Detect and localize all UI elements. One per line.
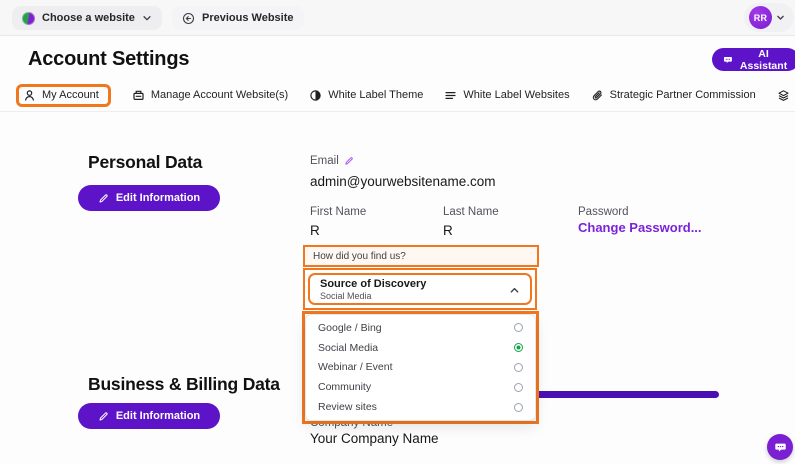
option-review-sites[interactable]: Review sites — [306, 397, 535, 417]
option-community[interactable]: Community — [306, 377, 535, 397]
tab-strategic-partner-commission[interactable]: Strategic Partner Commission — [591, 89, 756, 102]
edit-business-information-button[interactable]: Edit Information — [78, 403, 220, 429]
contrast-icon — [309, 89, 322, 102]
chevron-down-icon — [142, 13, 152, 23]
change-password-link[interactable]: Change Password... — [578, 220, 702, 235]
radio-unselected-icon[interactable] — [514, 323, 523, 332]
source-of-discovery-select[interactable]: Source of Discovery Social Media — [308, 273, 532, 305]
source-of-discovery-annotation: Source of Discovery Social Media — [303, 268, 537, 310]
email-value: admin@yourwebsitename.com — [310, 174, 496, 189]
first-name-value: R — [310, 223, 320, 238]
back-arrow-icon — [182, 12, 195, 25]
radio-selected-icon[interactable] — [514, 343, 523, 352]
tabs-divider — [0, 111, 795, 112]
ai-assistant-label: AI Assistant — [739, 48, 788, 72]
tab-white-label-websites[interactable]: White Label Websites — [444, 89, 569, 102]
choose-website-label: Choose a website — [42, 12, 135, 24]
tab-label: My Account — [42, 89, 99, 101]
printer-icon — [132, 89, 145, 102]
radio-unselected-icon[interactable] — [514, 403, 523, 412]
edit-email-icon[interactable] — [344, 156, 354, 166]
last-name-label: Last Name — [443, 206, 499, 218]
email-field-label: Email — [310, 155, 354, 167]
choose-website-dropdown[interactable]: Choose a website — [12, 6, 162, 30]
avatar: RR — [749, 6, 772, 29]
progress-bar — [533, 391, 719, 398]
tab-label: White Label Theme — [328, 89, 423, 101]
pencil-icon — [98, 193, 109, 204]
tab-label: Manage Account Website(s) — [151, 89, 288, 101]
how-did-you-find-us-label: How did you find us? — [303, 245, 539, 267]
option-webinar-event[interactable]: Webinar / Event — [306, 358, 535, 378]
business-billing-heading: Business & Billing Data — [88, 374, 280, 395]
chat-fab-button[interactable] — [767, 434, 793, 460]
chat-icon — [774, 441, 787, 454]
layers-icon — [777, 89, 790, 102]
first-name-label: First Name — [310, 206, 366, 218]
tab-invoices[interactable]: Invoices — [777, 89, 795, 102]
paperclip-icon — [591, 89, 604, 102]
person-icon — [23, 89, 36, 102]
select-title: Source of Discovery — [320, 278, 520, 290]
website-globe-icon — [22, 12, 35, 25]
discovery-dropdown-panel: Google / Bing Social Media Webinar / Eve… — [305, 314, 536, 421]
password-label: Password — [578, 206, 629, 218]
account-settings-page: Choose a website Previous Website RR Acc… — [0, 0, 795, 464]
tab-white-label-theme[interactable]: White Label Theme — [309, 89, 423, 102]
option-google-bing[interactable]: Google / Bing — [306, 318, 535, 338]
radio-unselected-icon[interactable] — [514, 383, 523, 392]
chevron-down-icon — [776, 13, 785, 22]
pencil-icon — [98, 411, 109, 422]
company-name-value: Your Company Name — [310, 431, 439, 446]
discovery-dropdown-annotation: Google / Bing Social Media Webinar / Eve… — [302, 311, 539, 424]
tab-my-account[interactable]: My Account — [16, 84, 111, 107]
chat-icon — [723, 54, 733, 66]
select-current-value: Social Media — [320, 291, 520, 301]
edit-button-label: Edit Information — [116, 192, 200, 204]
previous-website-label: Previous Website — [202, 12, 294, 24]
user-menu[interactable]: RR — [744, 3, 794, 32]
edit-personal-information-button[interactable]: Edit Information — [78, 185, 220, 211]
settings-tab-bar: My Account Manage Account Website(s) Whi… — [16, 82, 795, 108]
previous-website-button[interactable]: Previous Website — [172, 6, 304, 30]
radio-unselected-icon[interactable] — [514, 363, 523, 372]
menu-lines-icon — [444, 89, 457, 102]
tab-manage-account-websites[interactable]: Manage Account Website(s) — [132, 89, 288, 102]
ai-assistant-button[interactable]: AI Assistant — [712, 48, 795, 71]
tab-label: White Label Websites — [463, 89, 569, 101]
page-title: Account Settings — [28, 48, 189, 71]
chevron-up-icon — [509, 285, 520, 296]
tab-label: Strategic Partner Commission — [610, 89, 756, 101]
personal-data-heading: Personal Data — [88, 152, 202, 173]
edit-button-label: Edit Information — [116, 410, 200, 422]
last-name-value: R — [443, 223, 453, 238]
option-social-media[interactable]: Social Media — [306, 338, 535, 358]
top-bar: Choose a website Previous Website RR — [0, 0, 795, 36]
